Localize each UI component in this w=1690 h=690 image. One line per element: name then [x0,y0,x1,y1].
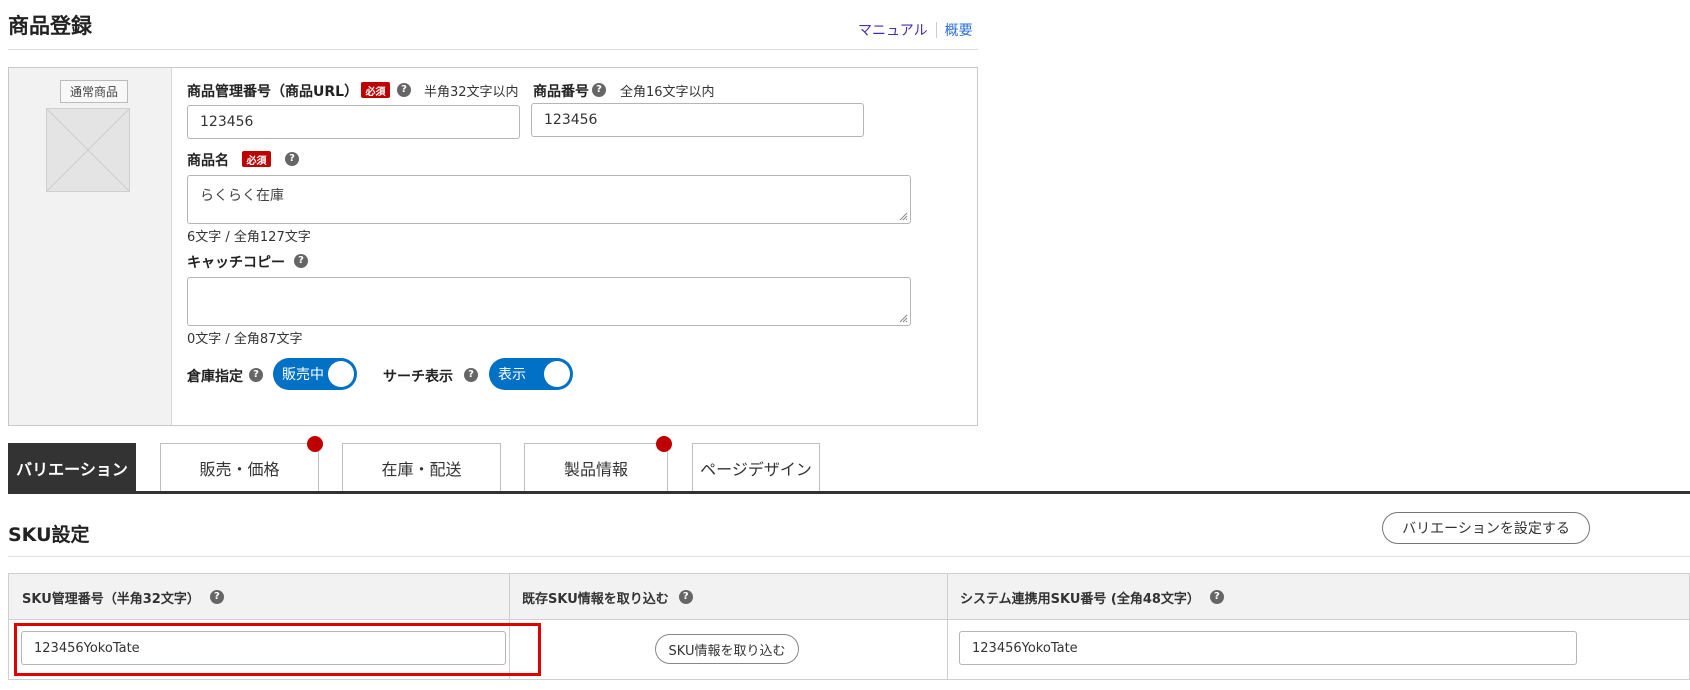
link-divider [935,22,937,38]
section-divider [8,556,1690,557]
tab-alert-dot [656,436,672,452]
column-header-system-sku: システム連携用SKU番号 (全角48文字） ? [947,574,1224,620]
product-basic-info: 通常商品 商品管理番号（商品URL） 必須 ? 半角32文字以内 商品番号 ? … [8,67,978,426]
product-type-badge: 通常商品 [60,80,128,103]
sku-table: SKU管理番号（半角32文字） ? 既存SKU情報を取り込む ? システム連携用… [8,573,1690,680]
help-icon[interactable]: ? [294,254,308,268]
title-divider [8,49,978,50]
help-icon[interactable]: ? [1209,590,1224,604]
search-display-label: サーチ表示 [383,369,453,385]
help-icon[interactable]: ? [678,590,693,604]
column-header-sku-number: SKU管理番号（半角32文字） ? [9,574,224,620]
catch-copy-count: 0文字 / 全角87文字 [187,332,303,347]
tab-product-info[interactable]: 製品情報 [524,443,668,491]
required-badge: 必須 [242,151,271,167]
product-number-hint: 全角16文字以内 [620,85,715,100]
tab-underline [8,491,1690,494]
tab-sales-price[interactable]: 販売・価格 [160,443,319,491]
required-badge: 必須 [361,82,390,98]
product-image-column: 通常商品 [9,68,172,425]
overview-link[interactable]: 概要 [945,20,973,40]
product-number-input[interactable]: 123456 [531,103,864,137]
resize-handle-icon[interactable] [898,211,908,221]
tab-stock-shipping[interactable]: 在庫・配送 [342,443,501,491]
manual-link[interactable]: マニュアル [858,20,928,40]
catch-copy-label: キャッチコピー [187,255,285,271]
toggle-knob [544,361,570,387]
help-icon[interactable]: ? [464,368,478,382]
column-header-label: SKU管理番号（半角32文字） [22,591,200,607]
search-display-toggle-label: 表示 [498,367,526,383]
product-name-count: 6文字 / 全角127文字 [187,230,311,245]
warehouse-toggle[interactable]: 販売中 [273,358,357,390]
import-sku-button[interactable]: SKU情報を取り込む [655,634,799,664]
product-name-value: らくらく在庫 [200,188,284,204]
help-icon[interactable]: ? [285,152,299,166]
product-name-label: 商品名 [187,153,229,169]
sku-section-title: SKU設定 [8,524,90,546]
warehouse-toggle-label: 販売中 [282,367,324,383]
help-icon[interactable]: ? [249,368,263,382]
search-display-toggle[interactable]: 表示 [489,358,573,390]
sku-number-input[interactable]: 123456YokoTate [21,631,506,665]
help-icon[interactable]: ? [209,590,224,604]
help-icon[interactable]: ? [592,83,606,97]
tab-variation[interactable]: バリエーション [8,443,136,491]
header-links: マニュアル 概要 [858,20,973,40]
warehouse-label: 倉庫指定 [187,369,243,385]
sku-table-header: SKU管理番号（半角32文字） ? 既存SKU情報を取り込む ? システム連携用… [9,574,1689,620]
tab-page-design[interactable]: ページデザイン [692,443,820,491]
management-number-input[interactable]: 123456 [187,105,520,139]
column-header-import: 既存SKU情報を取り込む ? [509,574,693,620]
product-name-textarea[interactable]: らくらく在庫 [187,175,911,224]
catch-copy-textarea[interactable] [187,277,911,326]
management-number-hint: 半角32文字以内 [424,85,519,100]
column-header-label: システム連携用SKU番号 (全角48文字） [960,591,1200,607]
set-variation-button[interactable]: バリエーションを設定する [1382,512,1590,544]
help-icon[interactable]: ? [397,83,411,97]
page-title: 商品登録 [8,14,92,38]
resize-handle-icon[interactable] [898,313,908,323]
management-number-label: 商品管理番号（商品URL） [187,84,359,100]
column-divider [947,574,948,679]
product-number-label: 商品番号 [533,84,589,100]
system-sku-input[interactable]: 123456YokoTate [959,631,1577,665]
column-header-label: 既存SKU情報を取り込む [522,591,669,607]
image-placeholder-icon[interactable] [46,108,130,192]
tab-alert-dot [307,436,323,452]
toggle-knob [328,361,354,387]
